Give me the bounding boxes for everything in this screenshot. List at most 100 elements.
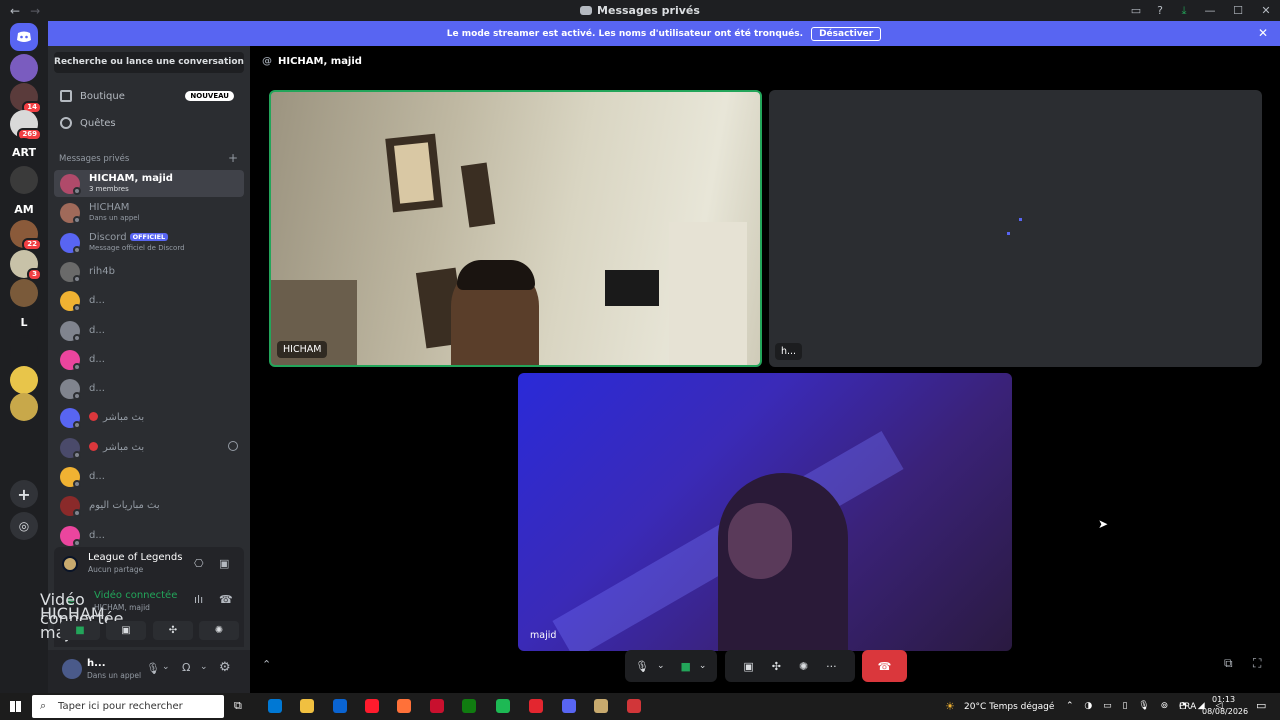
inbox-icon[interactable]: ▭	[1124, 4, 1148, 17]
block-icon[interactable]	[228, 440, 238, 451]
microphone-icon[interactable]: 🎙︎	[146, 662, 160, 675]
toggle-camera-button[interactable]: ■	[60, 621, 100, 640]
dm-item[interactable]: HICHAM Dans un appel	[54, 199, 244, 226]
gear-icon[interactable]: ⚙	[219, 660, 231, 675]
language-indicator[interactable]: FRA	[1179, 702, 1196, 712]
close-icon[interactable]: ✕	[1258, 26, 1268, 40]
dm-item[interactable]: HICHAM, majid 3 membres	[54, 170, 244, 197]
microphone-icon[interactable]: 🎙︎	[635, 660, 649, 673]
riot-icon[interactable]	[627, 699, 641, 713]
xbox-icon[interactable]	[462, 699, 476, 713]
leave-call-button[interactable]: ☎	[862, 650, 907, 682]
app-icon[interactable]	[430, 699, 444, 713]
close-window-button[interactable]: ✕	[1252, 4, 1280, 17]
app-icon[interactable]	[529, 699, 543, 713]
dm-item[interactable]: d...	[54, 463, 244, 490]
video-tile-self[interactable]: h...	[769, 90, 1262, 367]
server-icon[interactable]: 14	[10, 83, 42, 114]
dm-name: d...	[89, 354, 105, 365]
server-icon[interactable]	[10, 166, 38, 194]
windows-start-icon[interactable]	[10, 701, 21, 712]
nav-boutique[interactable]: Boutique	[60, 90, 125, 102]
server-icon[interactable]: ART	[10, 138, 38, 166]
dm-item[interactable]: بث مباشر	[54, 434, 244, 461]
headset-icon[interactable]: Ω	[182, 661, 190, 674]
server-icon[interactable]	[10, 393, 38, 421]
search-input[interactable]: Recherche ou lance une conversation	[54, 52, 244, 73]
discord-icon[interactable]	[562, 699, 576, 713]
add-server-icon[interactable]: +	[10, 480, 38, 508]
status-dot	[73, 362, 81, 371]
server-icon[interactable]	[10, 279, 38, 307]
dm-item[interactable]: rih4b	[54, 258, 244, 285]
weather-text[interactable]: 20°C Temps dégagé	[964, 702, 1054, 712]
dm-item[interactable]: Discord OFFICIEL Message officiel de Disco…	[54, 229, 244, 256]
download-icon[interactable]: ⤓	[1172, 4, 1196, 18]
help-icon[interactable]: ?	[1148, 4, 1172, 17]
popout-icon[interactable]: ⧉	[1224, 656, 1233, 671]
server-icon[interactable]: 3	[10, 250, 42, 281]
firefox-icon[interactable]	[397, 699, 411, 713]
activities-icon[interactable]: ✣	[772, 660, 781, 673]
dm-item[interactable]: d...	[54, 317, 244, 344]
server-icon[interactable]	[10, 366, 38, 394]
avatar[interactable]	[62, 659, 82, 679]
outlook-icon[interactable]	[333, 699, 347, 713]
maximize-button[interactable]: ☐	[1224, 4, 1252, 17]
dm-item[interactable]: d...	[54, 346, 244, 373]
mention-badge: 22	[22, 238, 42, 251]
call-area: @ HICHAM, majid HICHAM h... majid 🎙︎ ⌄ ■ …	[250, 46, 1280, 693]
dm-item[interactable]: d...	[54, 375, 244, 402]
clock-time[interactable]: 01:13	[1212, 695, 1235, 704]
dm-item[interactable]: d...	[54, 522, 244, 549]
server-icon[interactable]	[10, 337, 38, 365]
dm-item[interactable]: بث مباشر	[54, 404, 244, 431]
status-dot	[73, 274, 81, 283]
discover-icon[interactable]: ◎	[10, 512, 38, 540]
server-icon[interactable]: L	[10, 308, 38, 336]
opera-icon[interactable]	[365, 699, 379, 713]
chevron-down-icon[interactable]: ⌄	[200, 662, 208, 672]
minimize-button[interactable]: —	[1196, 4, 1224, 17]
activities-button[interactable]: ✣	[153, 621, 193, 640]
taskbar-search-input[interactable]: Taper ici pour rechercher	[32, 695, 224, 718]
server-icon[interactable]: 22	[10, 220, 42, 251]
nav-quetes[interactable]: Quêtes	[60, 117, 116, 129]
home-discord-icon[interactable]	[10, 23, 38, 51]
server-icon[interactable]	[10, 54, 38, 82]
edge-icon[interactable]	[268, 699, 282, 713]
more-icon[interactable]: ···	[826, 660, 837, 673]
server-icon[interactable]: AM	[10, 195, 38, 223]
gamepad-icon[interactable]: ⎔	[194, 557, 204, 570]
dm-name: d...	[89, 471, 105, 482]
video-tile-hicham[interactable]: HICHAM	[269, 90, 762, 367]
camera-icon[interactable]: ■	[681, 660, 691, 673]
soundboard-icon[interactable]: ✺	[799, 660, 808, 673]
task-view-icon[interactable]: ⧉	[234, 699, 242, 713]
soundboard-button[interactable]: ✺	[199, 621, 239, 640]
spotify-icon[interactable]	[496, 699, 510, 713]
share-screen-button[interactable]: ▣	[106, 621, 146, 640]
share-screen-icon[interactable]: ▣	[219, 557, 229, 570]
official-badge: OFFICIEL	[129, 232, 169, 241]
dm-item[interactable]: d...	[54, 287, 244, 314]
dm-item[interactable]: بث مباريات اليوم	[54, 492, 244, 519]
mic-control[interactable]: 🎙︎ ⌄ ■ ⌄	[625, 650, 717, 682]
disable-streamer-button[interactable]: Désactiver	[811, 26, 882, 41]
chevron-down-icon[interactable]: ⌄	[162, 662, 170, 672]
chevron-up-icon[interactable]: ⌃	[262, 658, 271, 671]
clock-date[interactable]: 08/08/2026	[1202, 707, 1248, 716]
share-screen-icon[interactable]: ▣	[743, 660, 753, 673]
noise-icon[interactable]: ılı	[194, 593, 203, 606]
video-tile-majid[interactable]: majid	[518, 373, 1012, 651]
activity-panel: League of Legends Aucun partage ⎔ ▣	[54, 547, 244, 583]
notification-icon[interactable]: ▭	[1256, 699, 1266, 712]
create-dm-icon[interactable]: +	[228, 151, 238, 165]
disconnect-icon[interactable]: ☎	[219, 593, 233, 606]
fullscreen-icon[interactable]: ⛶	[1253, 656, 1261, 671]
chevron-down-icon[interactable]: ⌄	[657, 661, 665, 671]
explorer-icon[interactable]	[300, 699, 314, 713]
chevron-down-icon[interactable]: ⌄	[699, 661, 707, 671]
league-icon[interactable]	[594, 699, 608, 713]
server-icon[interactable]: 269	[10, 110, 42, 141]
